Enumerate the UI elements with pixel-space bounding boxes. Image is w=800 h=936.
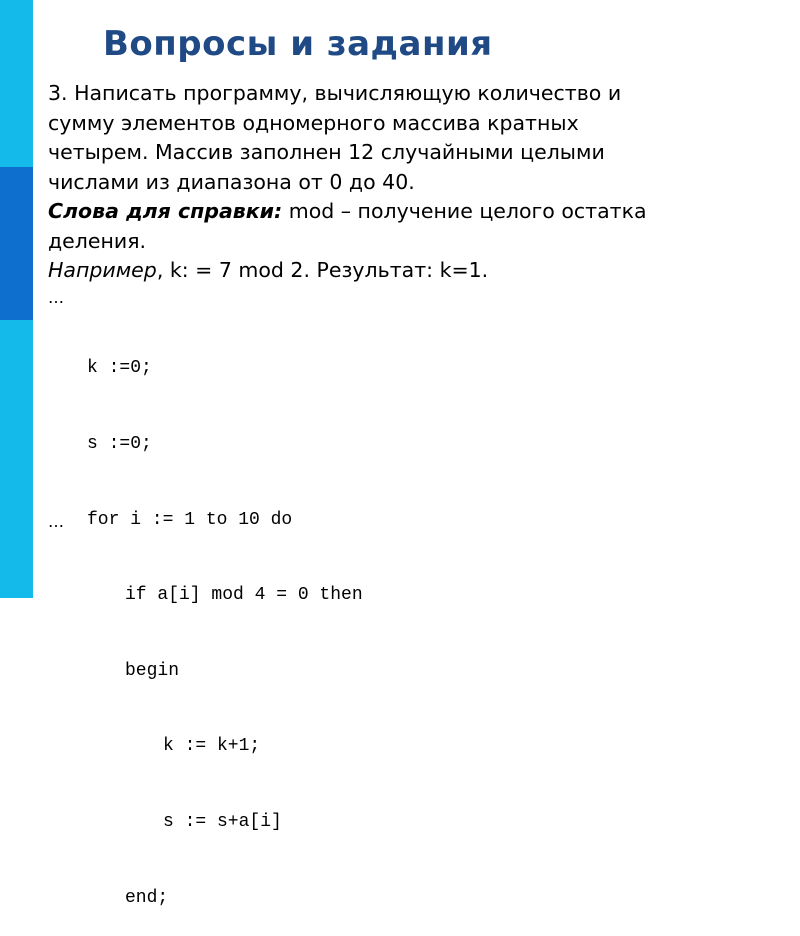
- code-line: k := k+1;: [163, 736, 261, 757]
- code-line: s :=0;: [87, 434, 152, 455]
- code-line: begin: [125, 660, 180, 681]
- code-line: end;: [125, 887, 169, 908]
- hint-text: mod – получение целого остатка: [282, 199, 647, 223]
- task-line: четырем. Массив заполнен 12 случайными ц…: [48, 140, 605, 164]
- left-stripe-accent: [0, 167, 33, 320]
- code-line: for i := 1 to 10 do: [87, 509, 293, 530]
- task-line: сумму элементов одномерного массива крат…: [48, 110, 579, 135]
- hint-line: Слова для справки: mod – получение целог…: [48, 197, 788, 227]
- hint-line-2: деления.: [48, 228, 147, 253]
- code-line: if a[i] mod 4 = 0 then: [125, 585, 363, 606]
- slide-title: Вопросы и задания: [103, 24, 493, 64]
- example-label: Например: [48, 258, 157, 282]
- task-line: числами из диапазона от 0 до 40.: [48, 169, 415, 194]
- example-line: Например, k: = 7 mod 2. Результат: k=1.: [48, 256, 788, 286]
- code-line: s := s+a[i]: [163, 812, 282, 833]
- hint-label: Слова для справки:: [48, 199, 283, 223]
- ellipsis-bottom: …: [48, 512, 64, 531]
- task-text-block: 3. Написать программу, вычисляющую колич…: [48, 79, 788, 310]
- code-block: k :=0; s :=0; for i := 1 to 10 do if a[i…: [48, 306, 363, 936]
- code-line: k :=0;: [87, 358, 152, 379]
- task-line: 3. Написать программу, вычисляющую колич…: [48, 81, 622, 105]
- example-text: , k: = 7 mod 2. Результат: k=1.: [156, 258, 489, 282]
